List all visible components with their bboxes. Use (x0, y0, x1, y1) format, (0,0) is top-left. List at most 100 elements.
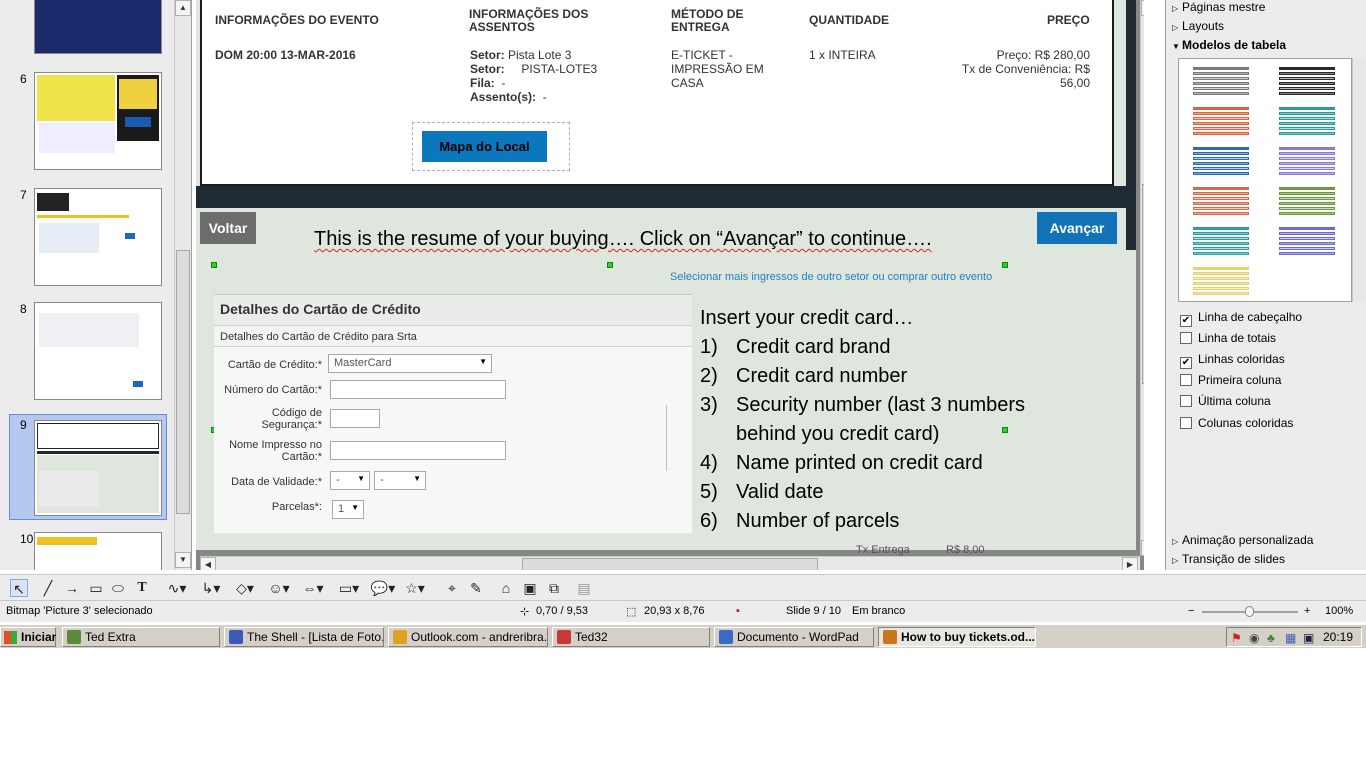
basic-shapes-icon[interactable]: ◇▾ (230, 579, 260, 597)
tray-icon[interactable]: ♣ (1267, 631, 1275, 645)
map-button[interactable]: Mapa do Local (422, 131, 547, 162)
checkbox[interactable] (1180, 374, 1192, 386)
edit-area-vscrollbar[interactable]: ▲ ▼ (1140, 0, 1144, 556)
option-last-column[interactable]: Última coluna (1180, 394, 1271, 408)
edit-area-hscrollbar[interactable]: ◀ ▶ (200, 556, 1140, 570)
table-style-option[interactable] (1193, 227, 1249, 257)
table-grid-scrollbar[interactable] (1352, 58, 1366, 302)
points-icon[interactable]: ⌖ (442, 579, 462, 597)
slide-thumbnail-8[interactable] (34, 302, 162, 400)
drawing-toolbar: ↖ ╱ → ▭ ⬭ T ∿▾ ↳▾ ◇▾ ☺▾ ⇔▾ ▭▾ 💬▾ ☆▾ ⌖ ✎ … (0, 574, 1366, 600)
table-style-option[interactable] (1193, 107, 1249, 137)
flowchart-icon[interactable]: ▭▾ (334, 579, 364, 597)
printed-name-field[interactable] (330, 441, 506, 460)
selection-handle[interactable] (211, 262, 217, 268)
checkbox[interactable]: ✔ (1180, 315, 1192, 327)
checkbox[interactable] (1180, 417, 1192, 429)
checkbox[interactable] (1180, 332, 1192, 344)
select-arrow-icon[interactable]: ↖ (10, 579, 28, 597)
document-modified-icon[interactable]: ▪ (736, 605, 740, 617)
scroll-right-icon[interactable]: ▶ (1122, 557, 1138, 570)
text-icon[interactable]: T (132, 579, 152, 597)
glue-points-icon[interactable]: ✎ (466, 579, 486, 597)
start-button[interactable]: Iniciar (0, 627, 56, 647)
custom-animation-section[interactable]: ▷ Animação personalizada (1172, 533, 1313, 547)
extrusion-icon[interactable]: ▤ (574, 579, 594, 597)
slide-thumbnail-9[interactable] (34, 420, 162, 516)
fontwork-icon[interactable]: ⌂ (496, 579, 516, 597)
tray-icon[interactable]: ⚑ (1231, 631, 1242, 645)
taskbar-item[interactable]: Documento - WordPad (714, 627, 874, 647)
curve-icon[interactable]: ∿▾ (162, 579, 192, 597)
master-pages-section[interactable]: ▷ Páginas mestre (1172, 0, 1265, 14)
ellipse-icon[interactable]: ⬭ (108, 579, 128, 597)
slide-thumbnail-10[interactable] (34, 532, 162, 570)
tray-icon[interactable]: ▣ (1303, 631, 1314, 645)
slide-thumbnail-5[interactable] (34, 0, 162, 54)
table-style-option[interactable] (1193, 267, 1249, 297)
scroll-down-icon[interactable]: ▼ (175, 552, 191, 568)
taskbar-item[interactable]: Ted Extra (62, 627, 220, 647)
line-icon[interactable]: ╱ (38, 579, 58, 597)
table-models-section[interactable]: ▼ Modelos de tabela (1172, 38, 1286, 52)
clock[interactable]: 20:19 (1323, 630, 1353, 644)
scroll-left-icon[interactable]: ◀ (200, 557, 216, 570)
table-style-option[interactable] (1279, 187, 1335, 217)
scroll-thumb[interactable] (1142, 184, 1144, 384)
tray-icon[interactable]: ▦ (1285, 631, 1296, 645)
layouts-section[interactable]: ▷ Layouts (1172, 19, 1224, 33)
arrow-line-icon[interactable]: → (62, 579, 82, 597)
option-banded-rows[interactable]: ✔ Linhas coloridas (1180, 352, 1285, 369)
slide-transition-section[interactable]: ▷ Transição de slides (1172, 552, 1285, 566)
zoom-out-icon[interactable]: − (1188, 605, 1194, 617)
zoom-slider-thumb[interactable] (1245, 606, 1254, 617)
taskbar-item[interactable]: The Shell - [Lista de Foto... (224, 627, 384, 647)
selection-handle[interactable] (1002, 262, 1008, 268)
option-total-row[interactable]: Linha de totais (1180, 331, 1276, 345)
card-brand-select[interactable]: MasterCard ▼ (328, 354, 492, 373)
stars-icon[interactable]: ☆▾ (400, 579, 430, 597)
scroll-thumb[interactable] (176, 250, 190, 514)
scroll-up-icon[interactable]: ▲ (175, 0, 191, 16)
option-first-column[interactable]: Primeira coluna (1180, 373, 1281, 387)
parcels-select[interactable]: 1 ▼ (332, 500, 364, 519)
option-header-row[interactable]: ✔ Linha de cabeçalho (1180, 310, 1302, 327)
table-style-option[interactable] (1193, 187, 1249, 217)
security-code-field[interactable] (330, 409, 380, 428)
slide-panel-scrollbar[interactable]: ▲ ▼ (174, 0, 191, 570)
table-style-option[interactable] (1279, 227, 1335, 257)
callouts-icon[interactable]: 💬▾ (368, 579, 398, 597)
taskbar-item[interactable]: Ted32 (552, 627, 710, 647)
zoom-in-icon[interactable]: + (1304, 605, 1310, 617)
taskbar-item-active[interactable]: How to buy tickets.od... (878, 627, 1036, 647)
scroll-up-icon[interactable]: ▲ (1141, 0, 1144, 16)
zoom-level[interactable]: 100% (1325, 605, 1353, 617)
next-button[interactable]: Avançar (1037, 212, 1117, 244)
checkbox[interactable] (1180, 395, 1192, 407)
table-style-option[interactable] (1279, 107, 1335, 137)
symbol-shapes-icon[interactable]: ☺▾ (264, 579, 294, 597)
validity-year-select[interactable]: - ▼ (374, 471, 426, 490)
validity-month-select[interactable]: - ▼ (330, 471, 370, 490)
scroll-thumb[interactable] (522, 558, 818, 570)
from-file-icon[interactable]: ▣ (520, 579, 540, 597)
taskbar-item[interactable]: Outlook.com - andreribra... (388, 627, 548, 647)
table-style-option[interactable] (1193, 147, 1249, 177)
slide-thumbnail-6[interactable] (34, 72, 162, 170)
table-style-option[interactable] (1279, 67, 1335, 97)
rectangle-icon[interactable]: ▭ (86, 579, 106, 597)
slide-thumbnail-7[interactable] (34, 188, 162, 286)
table-style-option[interactable] (1193, 67, 1249, 97)
option-banded-columns[interactable]: Colunas coloridas (1180, 416, 1293, 430)
tray-icon[interactable]: ◉ (1249, 631, 1259, 645)
checkbox[interactable]: ✔ (1180, 357, 1192, 369)
connector-icon[interactable]: ↳▾ (196, 579, 226, 597)
selection-handle[interactable] (607, 262, 613, 268)
table-style-option[interactable] (1279, 147, 1335, 177)
gallery-icon[interactable]: ⧉ (544, 579, 564, 597)
card-number-field[interactable] (330, 380, 506, 399)
scroll-down-icon[interactable]: ▼ (1141, 540, 1144, 556)
block-arrows-icon[interactable]: ⇔▾ (298, 579, 328, 597)
select-more-link[interactable]: Selecionar mais ingressos de outro setor… (670, 271, 992, 283)
back-button[interactable]: Voltar (200, 212, 256, 244)
